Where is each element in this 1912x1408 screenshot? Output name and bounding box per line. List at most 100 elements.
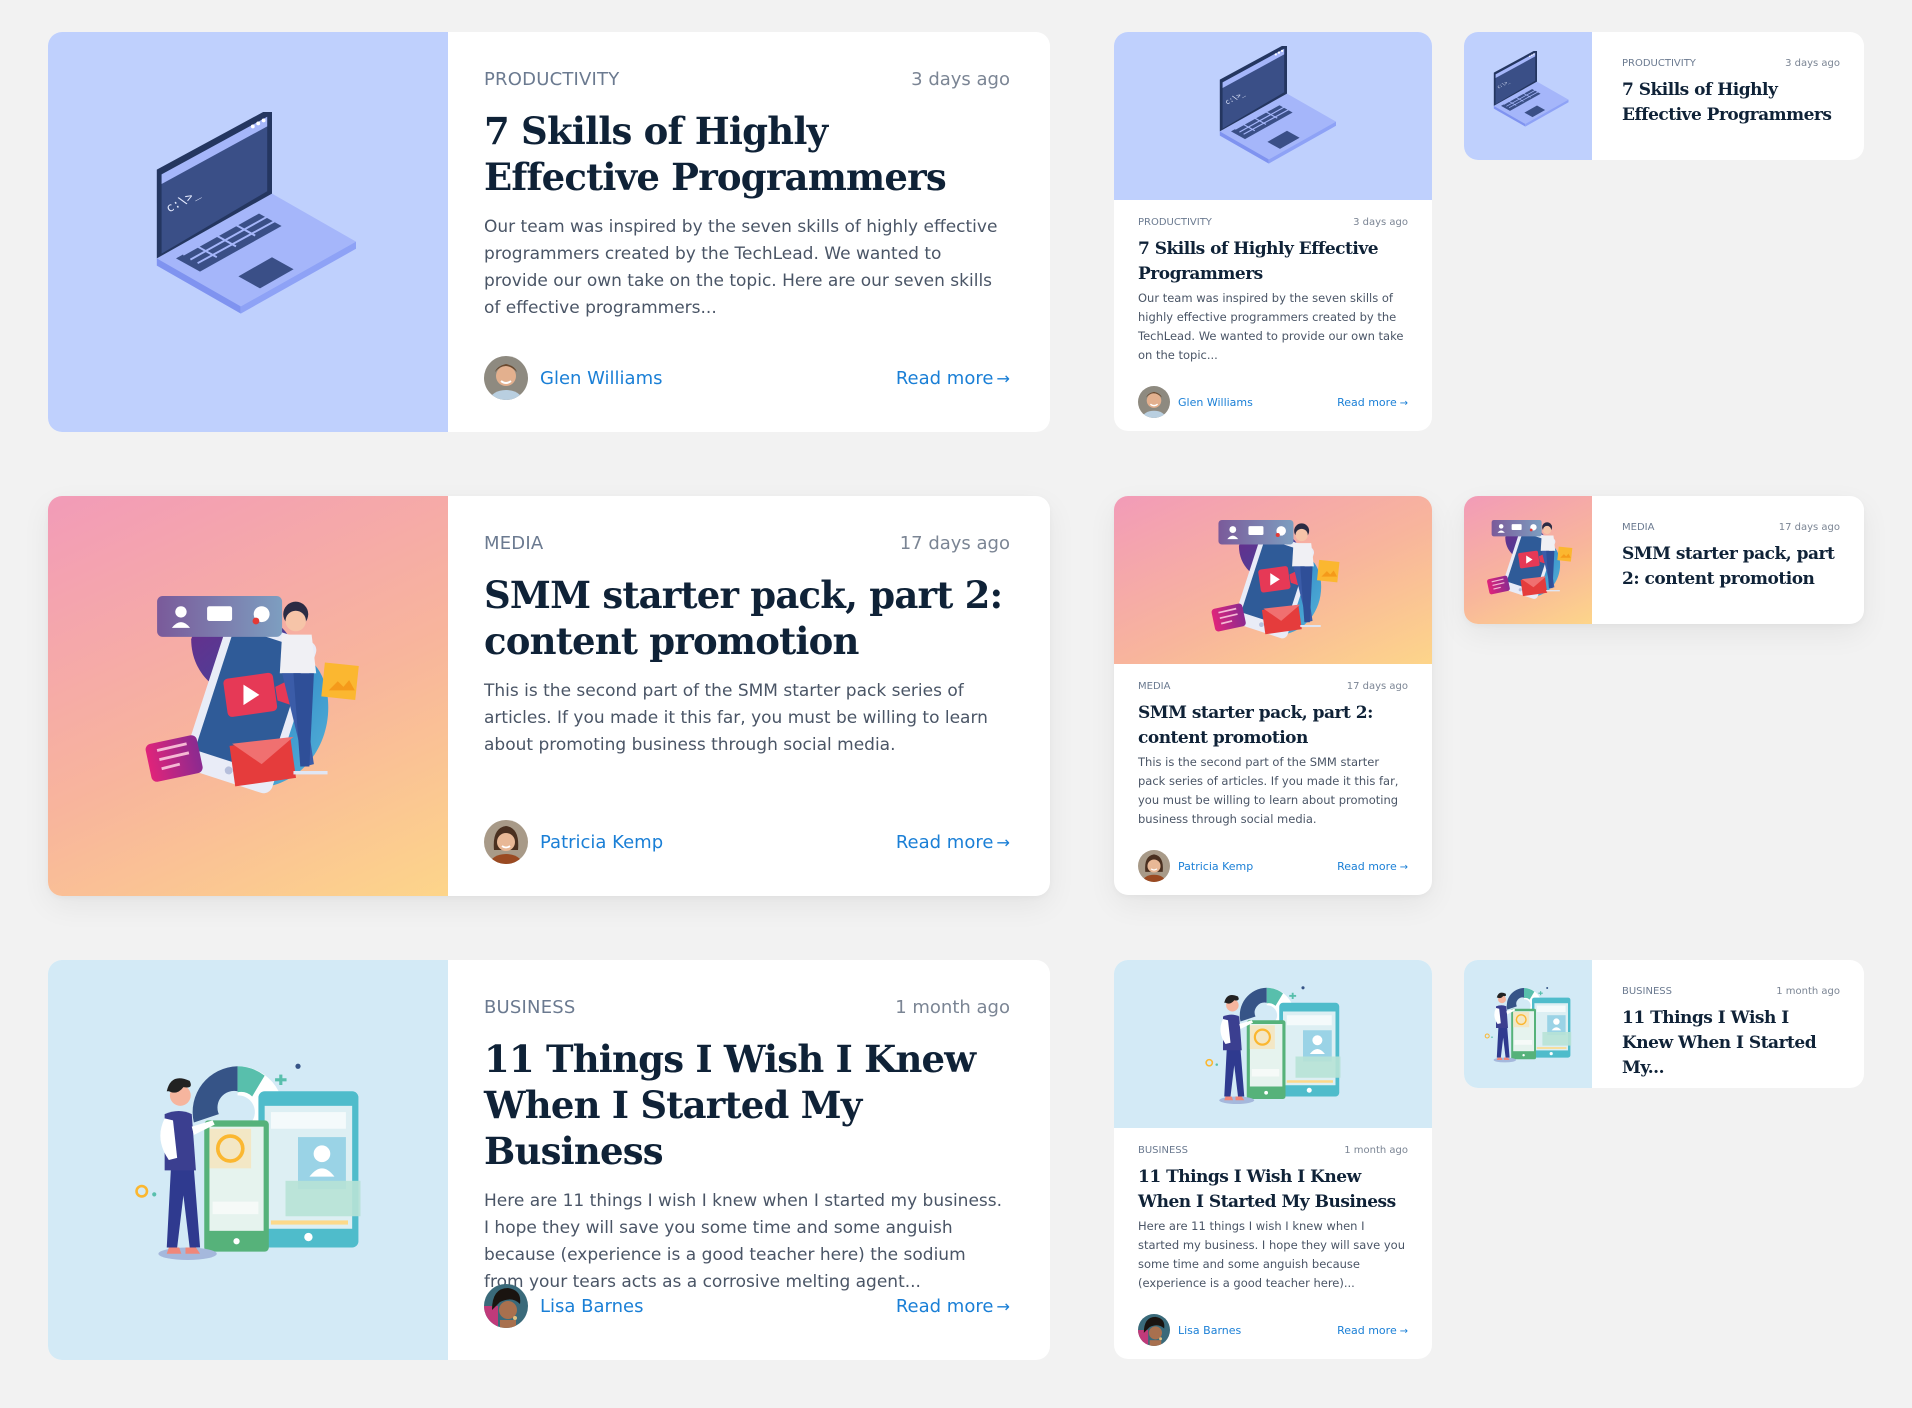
author-photo-icon (484, 820, 528, 864)
read-more-label: Read more (1337, 395, 1397, 409)
publish-date: 17 days ago (899, 532, 1010, 554)
avatar (1138, 386, 1170, 418)
article-title[interactable]: SMM starter pack, part 2: content promot… (1622, 542, 1840, 592)
article-title[interactable]: 7 Skills of Highly Effective Programmers (1138, 237, 1408, 287)
laptop-illustration (1483, 51, 1573, 141)
category-label: Business (1138, 1144, 1188, 1156)
category-label: Media (1138, 680, 1171, 692)
publish-date: 1 month ago (895, 996, 1010, 1018)
article-image[interactable] (1464, 32, 1592, 160)
article-image[interactable] (1114, 32, 1432, 200)
author-name[interactable]: Patricia Kemp (1178, 860, 1253, 873)
author-link[interactable]: Glen Williams (484, 356, 663, 400)
avatar (484, 820, 528, 864)
publish-date: 3 days ago (1785, 57, 1840, 69)
article-title[interactable]: 11 Things I Wish I Knew When I Started M… (1138, 1165, 1408, 1215)
author-photo-icon (484, 1284, 528, 1328)
article-title[interactable]: 7 Skills of Highly Effective Programmers (1622, 78, 1840, 128)
article-excerpt: Our team was inspired by the seven skill… (484, 217, 998, 318)
article-card-large[interactable]: Productivity 3 days ago 7 Skills of High… (48, 32, 1050, 432)
read-more-label: Read more (895, 831, 994, 853)
article-card-large[interactable]: Business 1 month ago 11 Things I Wish I … (48, 960, 1050, 1360)
read-more-label: Read more (1337, 859, 1397, 873)
read-more-link[interactable]: Read more → (1337, 396, 1408, 409)
article-title[interactable]: SMM starter pack, part 2: content promot… (484, 572, 1010, 664)
social-media-illustration (123, 571, 373, 821)
arrow-right-icon: → (1399, 397, 1408, 409)
publish-date: 3 days ago (911, 68, 1010, 90)
author-name[interactable]: Lisa Barnes (540, 1296, 643, 1317)
read-more-label: Read more (1337, 1323, 1397, 1337)
social-media-illustration (1478, 510, 1578, 610)
publish-date: 17 days ago (1778, 521, 1840, 533)
author-link[interactable]: Lisa Barnes (484, 1284, 643, 1328)
author-link[interactable]: Patricia Kemp (1138, 850, 1253, 882)
article-image[interactable] (1114, 496, 1432, 664)
article-card-medium[interactable]: Media 17 days ago SMM starter pack, part… (1114, 496, 1432, 895)
laptop-illustration (1203, 46, 1343, 186)
arrow-right-icon: → (996, 832, 1010, 852)
laptop-illustration (128, 112, 368, 352)
publish-date: 17 days ago (1346, 680, 1408, 692)
read-more-link[interactable]: Read more → (1337, 860, 1408, 873)
author-photo-icon (1138, 386, 1170, 418)
arrow-right-icon: → (1399, 1325, 1408, 1337)
article-card-medium[interactable]: Productivity 3 days ago 7 Skills of High… (1114, 32, 1432, 431)
article-card-large[interactable]: Media 17 days ago SMM starter pack, part… (48, 496, 1050, 896)
author-name[interactable]: Glen Williams (540, 368, 663, 389)
category-label: Media (484, 532, 544, 554)
author-link[interactable]: Lisa Barnes (1138, 1314, 1241, 1346)
author-name[interactable]: Glen Williams (1178, 396, 1253, 409)
article-title[interactable]: 11 Things I Wish I Knew When I Started M… (484, 1036, 1010, 1174)
author-photo-icon (1138, 1314, 1170, 1346)
category-label: Business (1622, 985, 1672, 997)
category-label: Media (1622, 521, 1655, 533)
category-label: Productivity (484, 68, 620, 90)
article-image[interactable] (48, 496, 448, 896)
publish-date: 1 month ago (1344, 1144, 1408, 1156)
category-label: Business (484, 996, 576, 1018)
article-excerpt: Here are 11 things I wish I knew when I … (484, 1191, 1003, 1292)
author-photo-icon (1138, 850, 1170, 882)
author-name[interactable]: Lisa Barnes (1178, 1324, 1241, 1337)
author-photo-icon (484, 356, 528, 400)
author-link[interactable]: Glen Williams (1138, 386, 1253, 418)
article-image[interactable] (48, 32, 448, 432)
article-card-small[interactable]: Media 17 days ago SMM starter pack, part… (1464, 496, 1864, 624)
arrow-right-icon: → (1399, 861, 1408, 873)
article-card-small[interactable]: Business 1 month ago 11 Things I Wish I … (1464, 960, 1864, 1088)
business-dashboard-illustration (1198, 974, 1348, 1114)
business-dashboard-illustration (123, 1045, 373, 1275)
read-more-label: Read more (895, 1295, 994, 1317)
avatar (1138, 1314, 1170, 1346)
read-more-link[interactable]: Read more → (896, 368, 1010, 389)
avatar (1138, 850, 1170, 882)
article-image[interactable] (1114, 960, 1432, 1128)
article-image[interactable] (1464, 496, 1592, 624)
social-media-illustration (1198, 505, 1348, 655)
article-excerpt: This is the second part of the SMM start… (484, 681, 988, 755)
read-more-link[interactable]: Read more → (1337, 1324, 1408, 1337)
article-title[interactable]: 7 Skills of Highly Effective Programmers (484, 108, 1010, 200)
article-excerpt: Our team was inspired by the seven skill… (1138, 291, 1404, 362)
article-image[interactable] (1464, 960, 1592, 1088)
category-label: Productivity (1138, 216, 1212, 228)
avatar (484, 1284, 528, 1328)
business-dashboard-illustration (1480, 979, 1576, 1069)
article-image[interactable] (48, 960, 448, 1360)
arrow-right-icon: → (996, 368, 1010, 388)
article-card-medium[interactable]: Business 1 month ago 11 Things I Wish I … (1114, 960, 1432, 1359)
arrow-right-icon: → (996, 1296, 1010, 1316)
author-name[interactable]: Patricia Kemp (540, 832, 663, 853)
read-more-link[interactable]: Read more → (896, 832, 1010, 853)
avatar (484, 356, 528, 400)
category-label: Productivity (1622, 57, 1696, 69)
article-title[interactable]: 11 Things I Wish I Knew When I Started M… (1622, 1006, 1840, 1081)
article-excerpt: Here are 11 things I wish I knew when I … (1138, 1219, 1405, 1290)
author-link[interactable]: Patricia Kemp (484, 820, 663, 864)
publish-date: 3 days ago (1353, 216, 1408, 228)
article-card-small[interactable]: Productivity 3 days ago 7 Skills of High… (1464, 32, 1864, 160)
read-more-label: Read more (895, 367, 994, 389)
read-more-link[interactable]: Read more → (896, 1296, 1010, 1317)
article-title[interactable]: SMM starter pack, part 2: content promot… (1138, 701, 1408, 751)
